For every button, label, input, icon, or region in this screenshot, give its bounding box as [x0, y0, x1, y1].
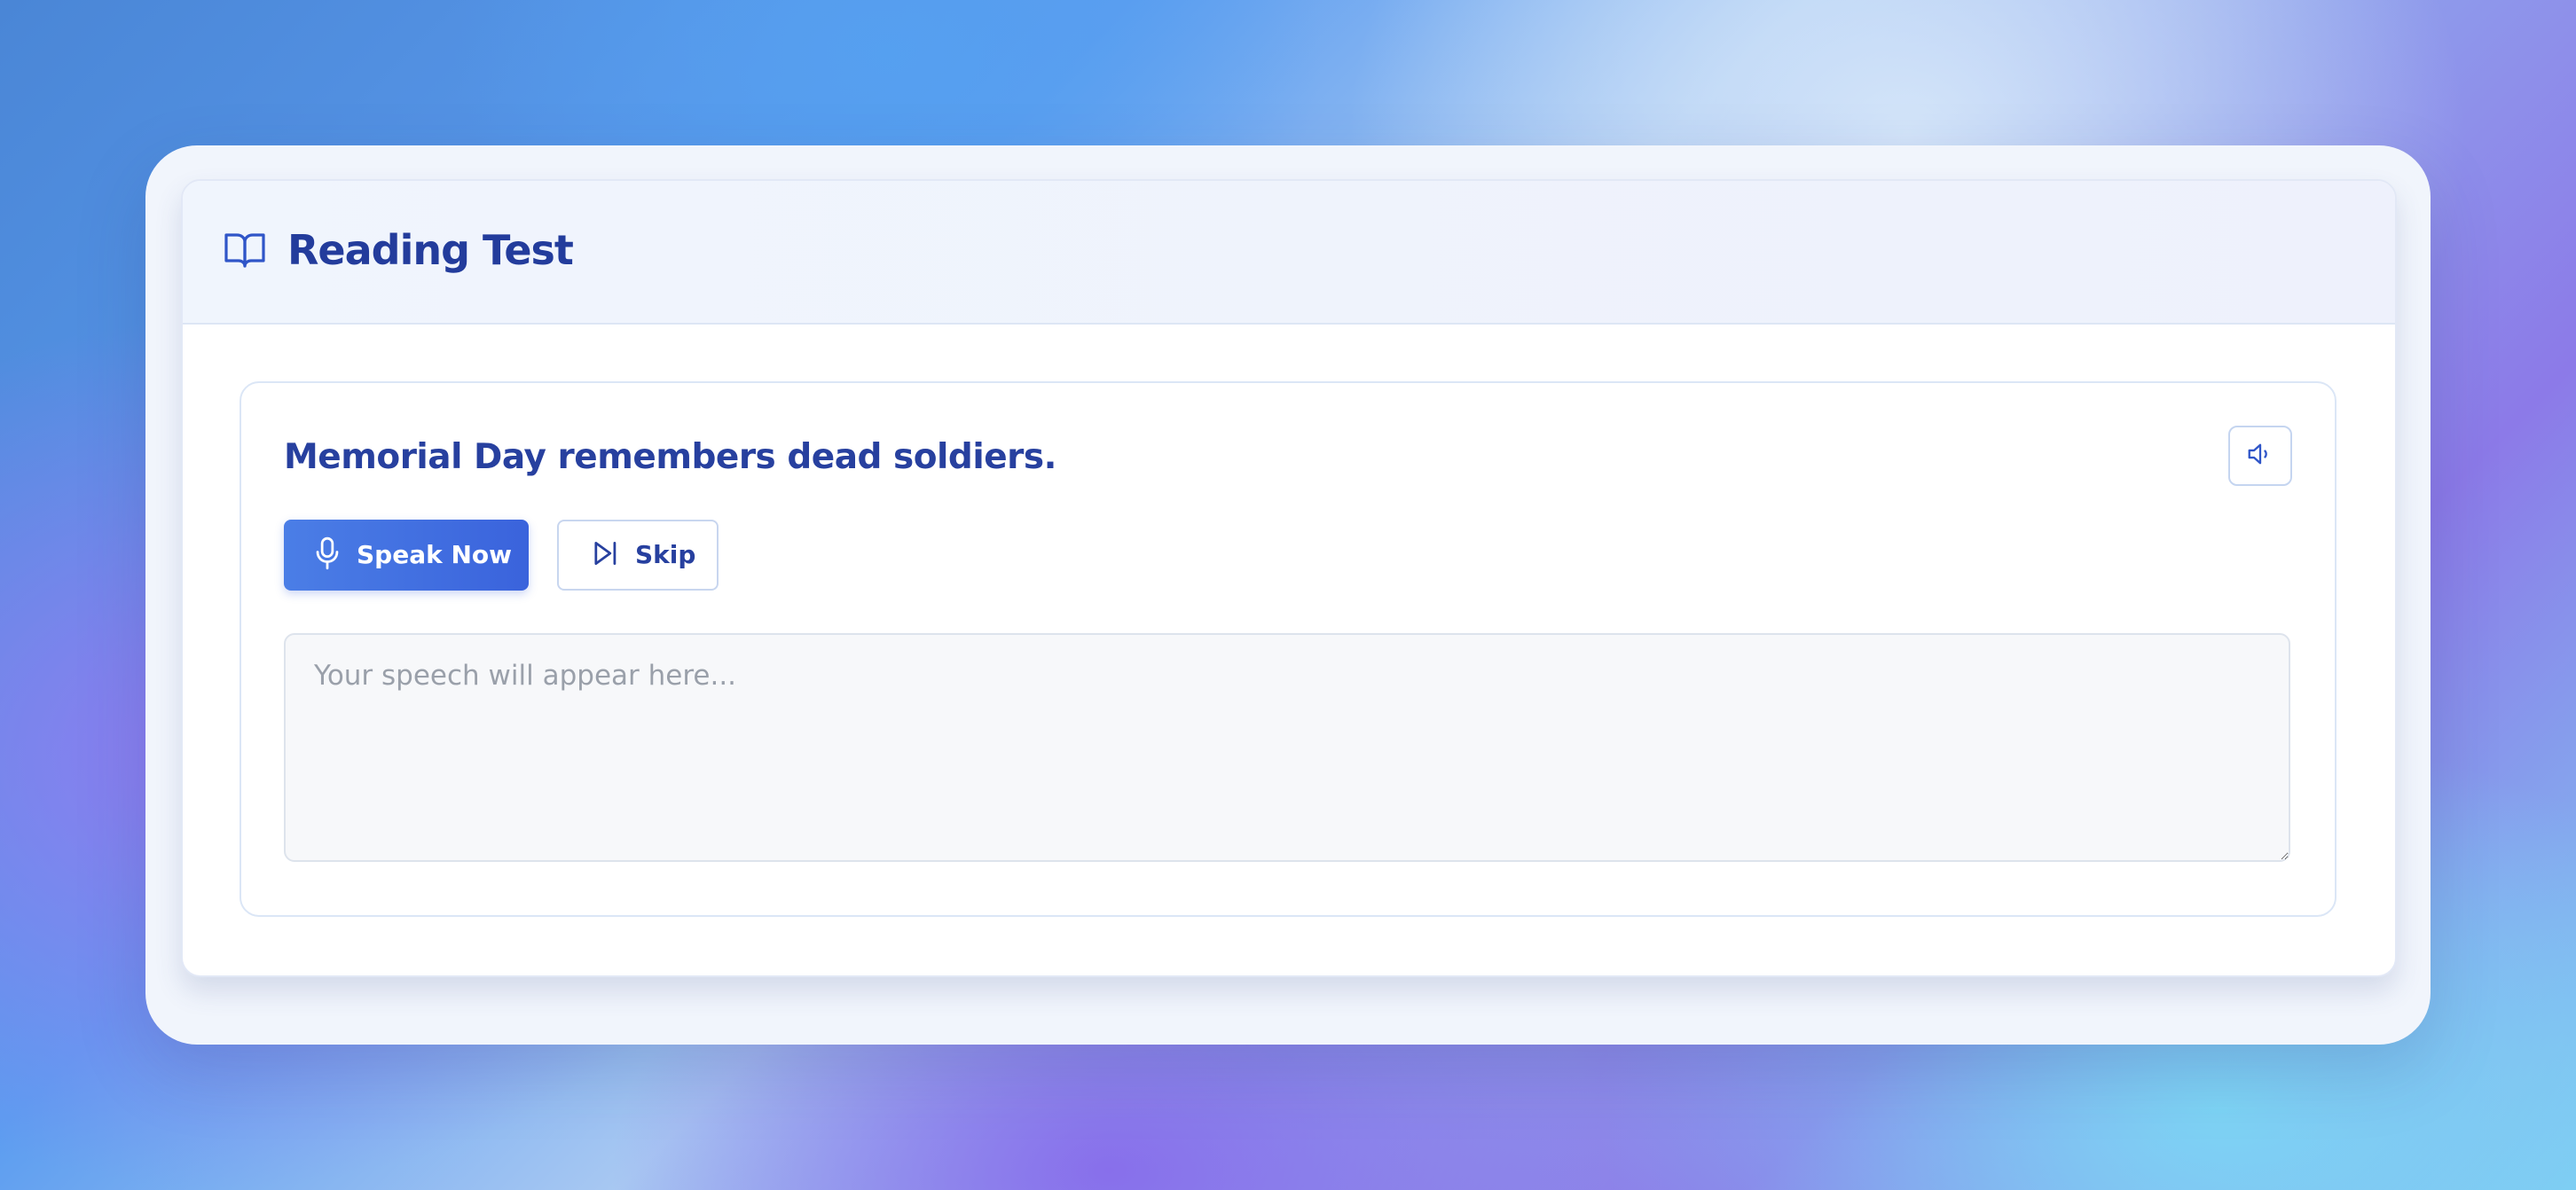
play-audio-button[interactable] [2228, 426, 2292, 486]
target-sentence: Memorial Day remembers dead soldiers. [284, 437, 1056, 477]
page-title: Reading Test [287, 226, 574, 274]
speaker-icon [2245, 441, 2275, 471]
microphone-icon [314, 536, 341, 574]
outer-card: Reading Test Memorial Day remembers dead… [145, 145, 2431, 1045]
skip-button[interactable]: Skip [557, 520, 719, 591]
skip-forward-icon [591, 539, 619, 571]
card-header: Reading Test [183, 181, 2395, 325]
speech-transcript-field[interactable] [284, 633, 2290, 862]
question-panel: Memorial Day remembers dead soldiers. Sp… [240, 381, 2336, 917]
book-open-icon [224, 231, 266, 270]
skip-label: Skip [635, 540, 696, 569]
reading-test-card: Reading Test Memorial Day remembers dead… [181, 179, 2397, 977]
speak-now-label: Speak Now [357, 540, 512, 569]
speak-now-button[interactable]: Speak Now [284, 520, 529, 591]
